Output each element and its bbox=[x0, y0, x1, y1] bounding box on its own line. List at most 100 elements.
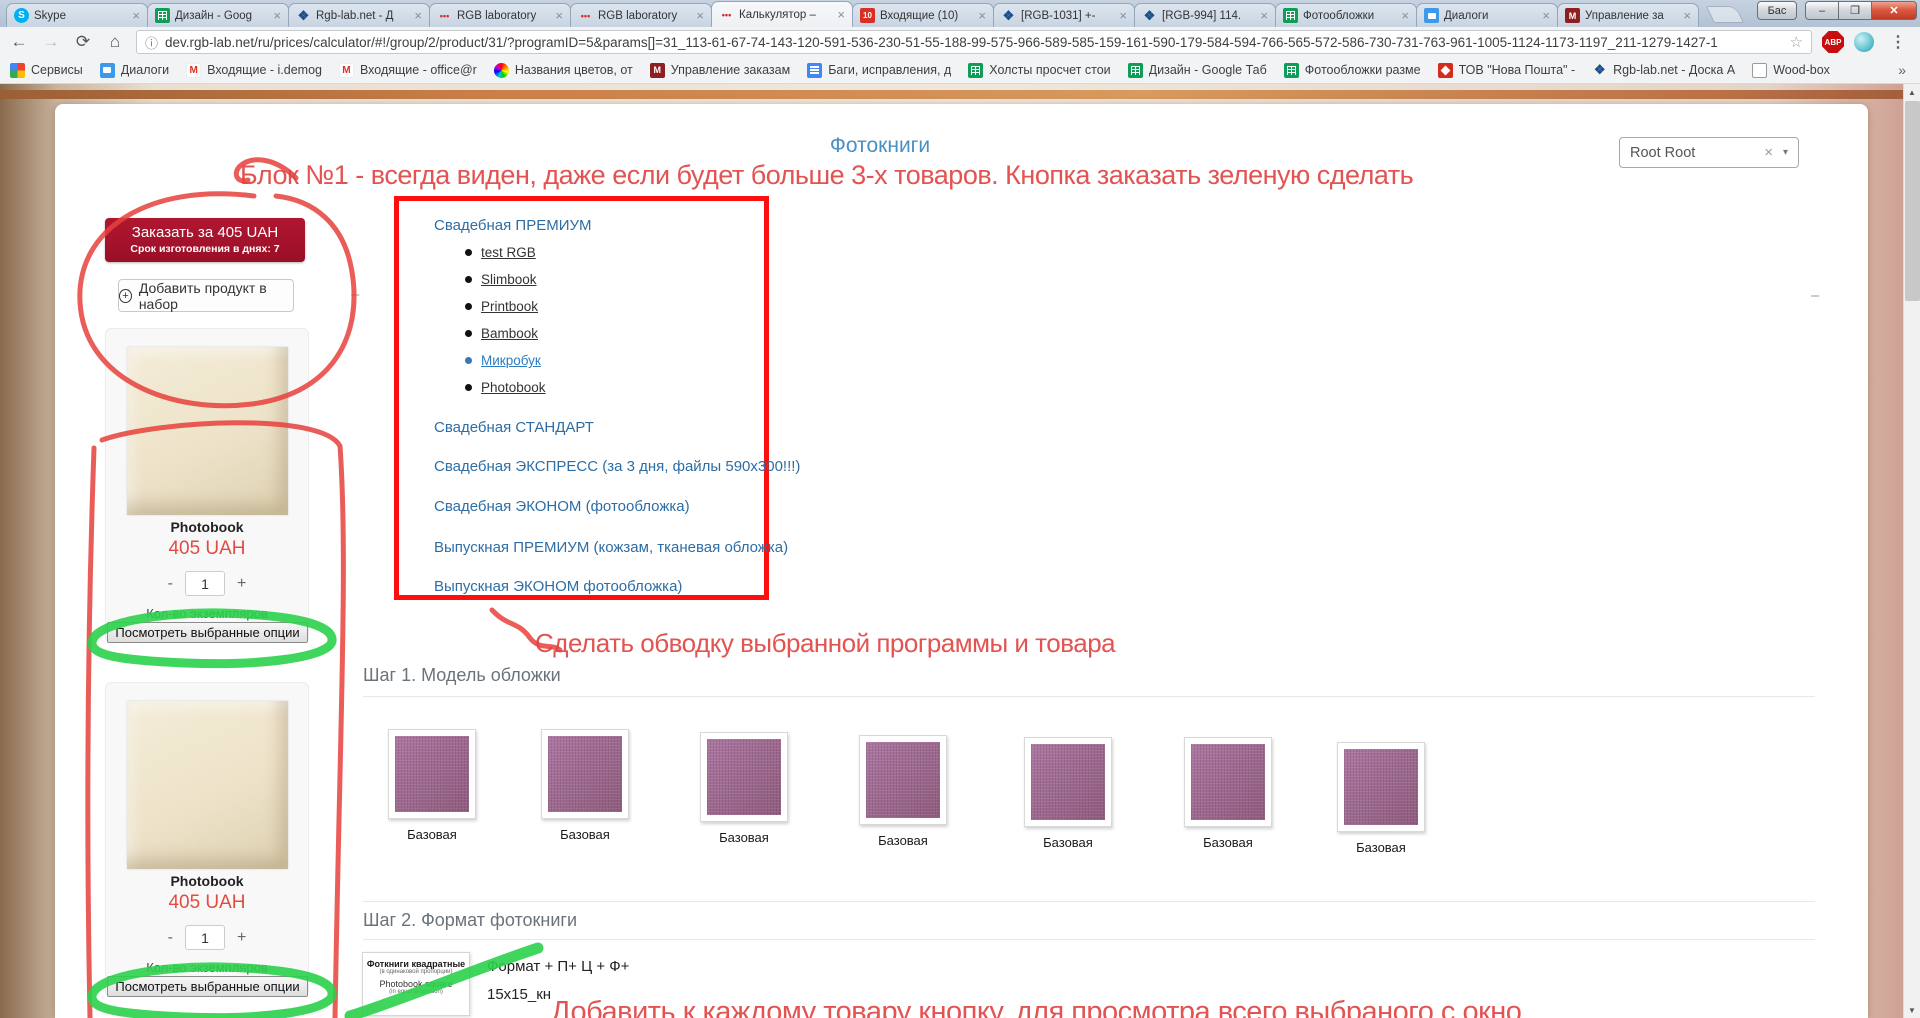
reload-icon[interactable]: ⟳ bbox=[72, 32, 94, 52]
format-option-card[interactable]: Фоткниги квадратные (в одинаковой пропор… bbox=[362, 952, 470, 1016]
close-icon[interactable]: × bbox=[1258, 8, 1268, 23]
clear-icon[interactable]: × bbox=[1764, 144, 1773, 161]
close-icon[interactable]: × bbox=[1399, 8, 1409, 23]
add-product-button[interactable]: + Добавить продукт в набор bbox=[118, 279, 294, 312]
tab-photocovers[interactable]: Фотообложки × bbox=[1275, 3, 1417, 27]
cover-swatch[interactable]: Базовая bbox=[1016, 737, 1120, 850]
tab-inbox[interactable]: Входящие (10) × bbox=[852, 3, 994, 27]
close-icon[interactable]: × bbox=[835, 7, 845, 22]
qty-plus-button[interactable]: + bbox=[237, 929, 246, 947]
bookmark-photocovers[interactable]: Фотообложки разме bbox=[1284, 63, 1421, 78]
tab-rgb-994[interactable]: [RGB-994] 114. × bbox=[1134, 3, 1276, 27]
bookmark-wood-box[interactable]: Wood-box bbox=[1752, 63, 1830, 78]
cover-swatch[interactable]: Базовая bbox=[692, 732, 796, 845]
bookmark-order-management[interactable]: Управление заказам bbox=[650, 63, 790, 78]
scroll-up-icon[interactable]: ▲ bbox=[1904, 84, 1920, 100]
tab-rgb-lab-board[interactable]: Rgb-lab.net - Д × bbox=[288, 3, 430, 27]
bookmark-services[interactable]: Сервисы bbox=[10, 63, 83, 78]
tab-rgb-laboratory-1[interactable]: RGB laboratory × bbox=[429, 3, 571, 27]
product-image[interactable] bbox=[127, 347, 288, 515]
qty-plus-button[interactable]: + bbox=[237, 575, 246, 593]
close-icon[interactable]: × bbox=[271, 8, 281, 23]
close-icon[interactable]: × bbox=[976, 8, 986, 23]
bookmark-canvas-calc[interactable]: Холсты просчет стои bbox=[968, 63, 1110, 78]
tab-label: Входящие (10) bbox=[880, 10, 971, 22]
program-item-microbook-selected[interactable]: Микробук bbox=[481, 353, 541, 368]
bookmark-dialogs[interactable]: Диалоги bbox=[100, 63, 169, 78]
close-icon[interactable]: × bbox=[1540, 8, 1550, 23]
scroll-down-icon[interactable]: ▼ bbox=[1904, 1002, 1920, 1018]
bookmark-inbox-1[interactable]: Входящие - i.demog bbox=[186, 63, 322, 78]
cover-swatch[interactable]: Базовая bbox=[851, 735, 955, 848]
tab-order-management[interactable]: Управление за × bbox=[1557, 3, 1699, 27]
restore-button[interactable]: ❐ bbox=[1838, 1, 1872, 20]
divider bbox=[363, 939, 1815, 940]
adblock-extension-icon[interactable]: ABP bbox=[1822, 31, 1844, 53]
program-item-slimbook[interactable]: Slimbook bbox=[481, 272, 537, 287]
cover-swatch[interactable]: Базовая bbox=[533, 729, 637, 842]
order-button[interactable]: Заказать за 405 UAH Срок изготовления в … bbox=[105, 218, 305, 262]
window-close-button[interactable]: ✕ bbox=[1871, 1, 1917, 20]
bookmark-inbox-2[interactable]: Входящие - office@r bbox=[339, 63, 477, 78]
bookmark-rgb-lab-board[interactable]: Rgb-lab.net - Доска А bbox=[1592, 63, 1735, 78]
program-link-premium[interactable]: Свадебная ПРЕМИУМ bbox=[434, 217, 592, 234]
rgb-dots-icon bbox=[578, 8, 593, 23]
qty-minus-button[interactable]: - bbox=[168, 575, 173, 593]
program-item-test-rgb[interactable]: test RGB bbox=[481, 245, 536, 260]
close-icon[interactable]: × bbox=[694, 8, 704, 23]
close-icon[interactable]: × bbox=[412, 8, 422, 23]
program-item-bambook[interactable]: Bambook bbox=[481, 326, 538, 341]
view-options-button[interactable]: Посмотреть выбранные опции bbox=[107, 622, 308, 643]
tab-rgb-laboratory-2[interactable]: RGB laboratory × bbox=[570, 3, 712, 27]
bookmark-color-names[interactable]: Названия цветов, от bbox=[494, 63, 633, 78]
page-info-icon[interactable]: ⓘ bbox=[145, 33, 158, 52]
program-link-express[interactable]: Свадебная ЭКСПРЕСС (за 3 дня, файлы 590x… bbox=[434, 458, 800, 475]
chevron-down-icon[interactable]: ▾ bbox=[1783, 147, 1788, 158]
qty-input[interactable]: 1 bbox=[185, 571, 225, 596]
new-tab-button[interactable] bbox=[1706, 6, 1744, 23]
url-text[interactable]: dev.rgb-lab.net/ru/prices/calculator/#!/… bbox=[165, 35, 1783, 50]
home-icon[interactable]: ⌂ bbox=[104, 32, 126, 52]
program-link-standard[interactable]: Свадебная СТАНДАРТ bbox=[434, 419, 594, 436]
user-select[interactable]: Root Root × ▾ bbox=[1619, 137, 1799, 168]
bookmark-design-sheet[interactable]: Дизайн - Google Таб bbox=[1128, 63, 1267, 78]
tab-design-sheet[interactable]: Дизайн - Goog × bbox=[147, 3, 289, 27]
address-bar[interactable]: ⓘ dev.rgb-lab.net/ru/prices/calculator/#… bbox=[136, 30, 1812, 54]
close-icon[interactable]: × bbox=[130, 8, 140, 23]
bookmark-nova-poshta[interactable]: ТОВ "Нова Пошта" - bbox=[1438, 63, 1576, 78]
cover-swatch[interactable]: Базовая bbox=[1176, 737, 1280, 850]
browser-menu-icon[interactable]: ⋮ bbox=[1884, 32, 1912, 52]
sheets-icon bbox=[1128, 63, 1143, 78]
view-options-button[interactable]: Посмотреть выбранные опции bbox=[107, 976, 308, 997]
program-link-econom[interactable]: Свадебная ЭКОНОМ (фотообложка) bbox=[434, 498, 690, 515]
tab-rgb-1031[interactable]: [RGB-1031] +- × bbox=[993, 3, 1135, 27]
gmail-icon bbox=[860, 8, 875, 23]
program-item-printbook[interactable]: Printbook bbox=[481, 299, 538, 314]
carousel-next[interactable]: – bbox=[1811, 287, 1819, 304]
bookmark-star-icon[interactable]: ☆ bbox=[1790, 33, 1803, 51]
extension-icon[interactable] bbox=[1854, 32, 1874, 52]
program-item-photobook[interactable]: Photobook bbox=[481, 380, 546, 395]
program-link-grad-premium[interactable]: Выпускная ПРЕМИУМ (кожзам, тканевая обло… bbox=[434, 539, 788, 556]
bookmark-bugs[interactable]: Баги, исправления, д bbox=[807, 63, 951, 78]
program-link-grad-econom[interactable]: Выпускная ЭКОНОМ фотообложка) bbox=[434, 578, 682, 595]
minimize-button[interactable]: – bbox=[1805, 1, 1839, 20]
cover-swatch[interactable]: Базовая bbox=[380, 729, 484, 842]
carousel-prev[interactable]: – bbox=[351, 286, 359, 303]
product-image[interactable] bbox=[127, 701, 288, 869]
qty-input[interactable]: 1 bbox=[185, 925, 225, 950]
bookmarks-overflow-icon[interactable]: » bbox=[1898, 62, 1910, 78]
back-icon[interactable]: ← bbox=[8, 32, 30, 52]
qty-minus-button[interactable]: - bbox=[168, 929, 173, 947]
page-scrollbar[interactable]: ▲ ▼ bbox=[1903, 84, 1920, 1018]
cover-swatch[interactable]: Базовая bbox=[1329, 742, 1433, 855]
close-icon[interactable]: × bbox=[553, 8, 563, 23]
close-icon[interactable]: × bbox=[1117, 8, 1127, 23]
tab-skype[interactable]: Skype × bbox=[6, 3, 148, 27]
tab-calculator-active[interactable]: Калькулятор – × bbox=[711, 1, 853, 27]
window-basic-button[interactable]: Бас bbox=[1757, 1, 1797, 20]
forward-icon[interactable]: → bbox=[40, 32, 62, 52]
close-icon[interactable]: × bbox=[1681, 8, 1691, 23]
scrollbar-thumb[interactable] bbox=[1905, 101, 1920, 301]
tab-dialogs[interactable]: Диалоги × bbox=[1416, 3, 1558, 27]
